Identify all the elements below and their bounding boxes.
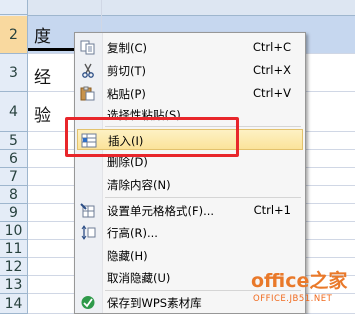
menu-item-label: 剪切(T)	[107, 64, 146, 78]
row-height-icon	[80, 225, 96, 240]
menu-item-label: 设置单元格格式(F)...	[107, 204, 215, 218]
menu-item-shortcut: Ctrl+1	[253, 203, 291, 217]
menu-separator	[105, 197, 301, 198]
row-header-4[interactable]: 4	[0, 92, 27, 132]
format-cells-icon	[80, 203, 96, 218]
row-header-5[interactable]: 5	[0, 132, 27, 150]
watermark-text: office之家	[251, 270, 348, 292]
row-header-3[interactable]: 3	[0, 54, 27, 92]
copy-icon	[80, 40, 96, 55]
row-header-14[interactable]: 14	[0, 294, 27, 314]
column-header-a[interactable]	[28, 0, 102, 15]
row-header-13[interactable]: 13	[0, 276, 27, 294]
cell-a3[interactable]: 经	[34, 63, 51, 88]
menu-item-label: 保存到WPS素材库	[107, 296, 202, 310]
highlight-annotation-box	[65, 117, 239, 157]
row-header-9[interactable]: 9	[0, 204, 27, 222]
menu-item-format-cells[interactable]: 设置单元格格式(F)... Ctrl+1	[75, 200, 305, 221]
row-header-11[interactable]: 11	[0, 240, 27, 258]
row-header-10[interactable]: 10	[0, 222, 27, 240]
paste-icon	[80, 86, 96, 101]
row-header-1[interactable]	[0, 0, 27, 15]
watermark-logo: office之家 OFFICE.JB51.NET	[247, 266, 353, 312]
column-header-strip	[0, 0, 355, 16]
menu-item-shortcut: Ctrl+X	[253, 63, 291, 77]
menu-item-cut[interactable]: 剪切(T) Ctrl+X	[75, 60, 305, 81]
menu-item-label: 行高(R)...	[107, 226, 158, 240]
scissors-icon	[80, 63, 96, 78]
menu-item-hide[interactable]: 隐藏(H)	[75, 245, 305, 266]
row-header-12[interactable]: 12	[0, 258, 27, 276]
wps-library-icon	[80, 295, 96, 310]
menu-item-label: 粘贴(P)	[107, 87, 146, 101]
menu-item-label: 复制(C)	[107, 41, 148, 55]
cell-a4[interactable]: 验	[34, 101, 51, 126]
selection-border	[28, 48, 76, 51]
menu-item-paste[interactable]: 粘贴(P) Ctrl+V	[75, 83, 305, 104]
menu-item-shortcut: Ctrl+C	[252, 40, 291, 54]
row-header-2[interactable]: 2	[0, 16, 27, 54]
row-header-6[interactable]: 6	[0, 150, 27, 168]
menu-item-row-height[interactable]: 行高(R)...	[75, 222, 305, 243]
menu-item-label: 隐藏(H)	[107, 249, 148, 263]
menu-item-label: 取消隐藏(U)	[107, 271, 171, 285]
cell-a2[interactable]: 度	[34, 22, 51, 47]
menu-item-copy[interactable]: 复制(C) Ctrl+C	[75, 37, 305, 58]
menu-item-shortcut: Ctrl+V	[253, 86, 291, 100]
menu-item-clear-contents[interactable]: 清除内容(N)	[75, 174, 305, 195]
watermark-url: OFFICE.JB51.NET	[253, 294, 333, 304]
row-header-7[interactable]: 7	[0, 168, 27, 186]
row-header-8[interactable]: 8	[0, 186, 27, 204]
menu-item-label: 清除内容(N)	[107, 178, 171, 192]
